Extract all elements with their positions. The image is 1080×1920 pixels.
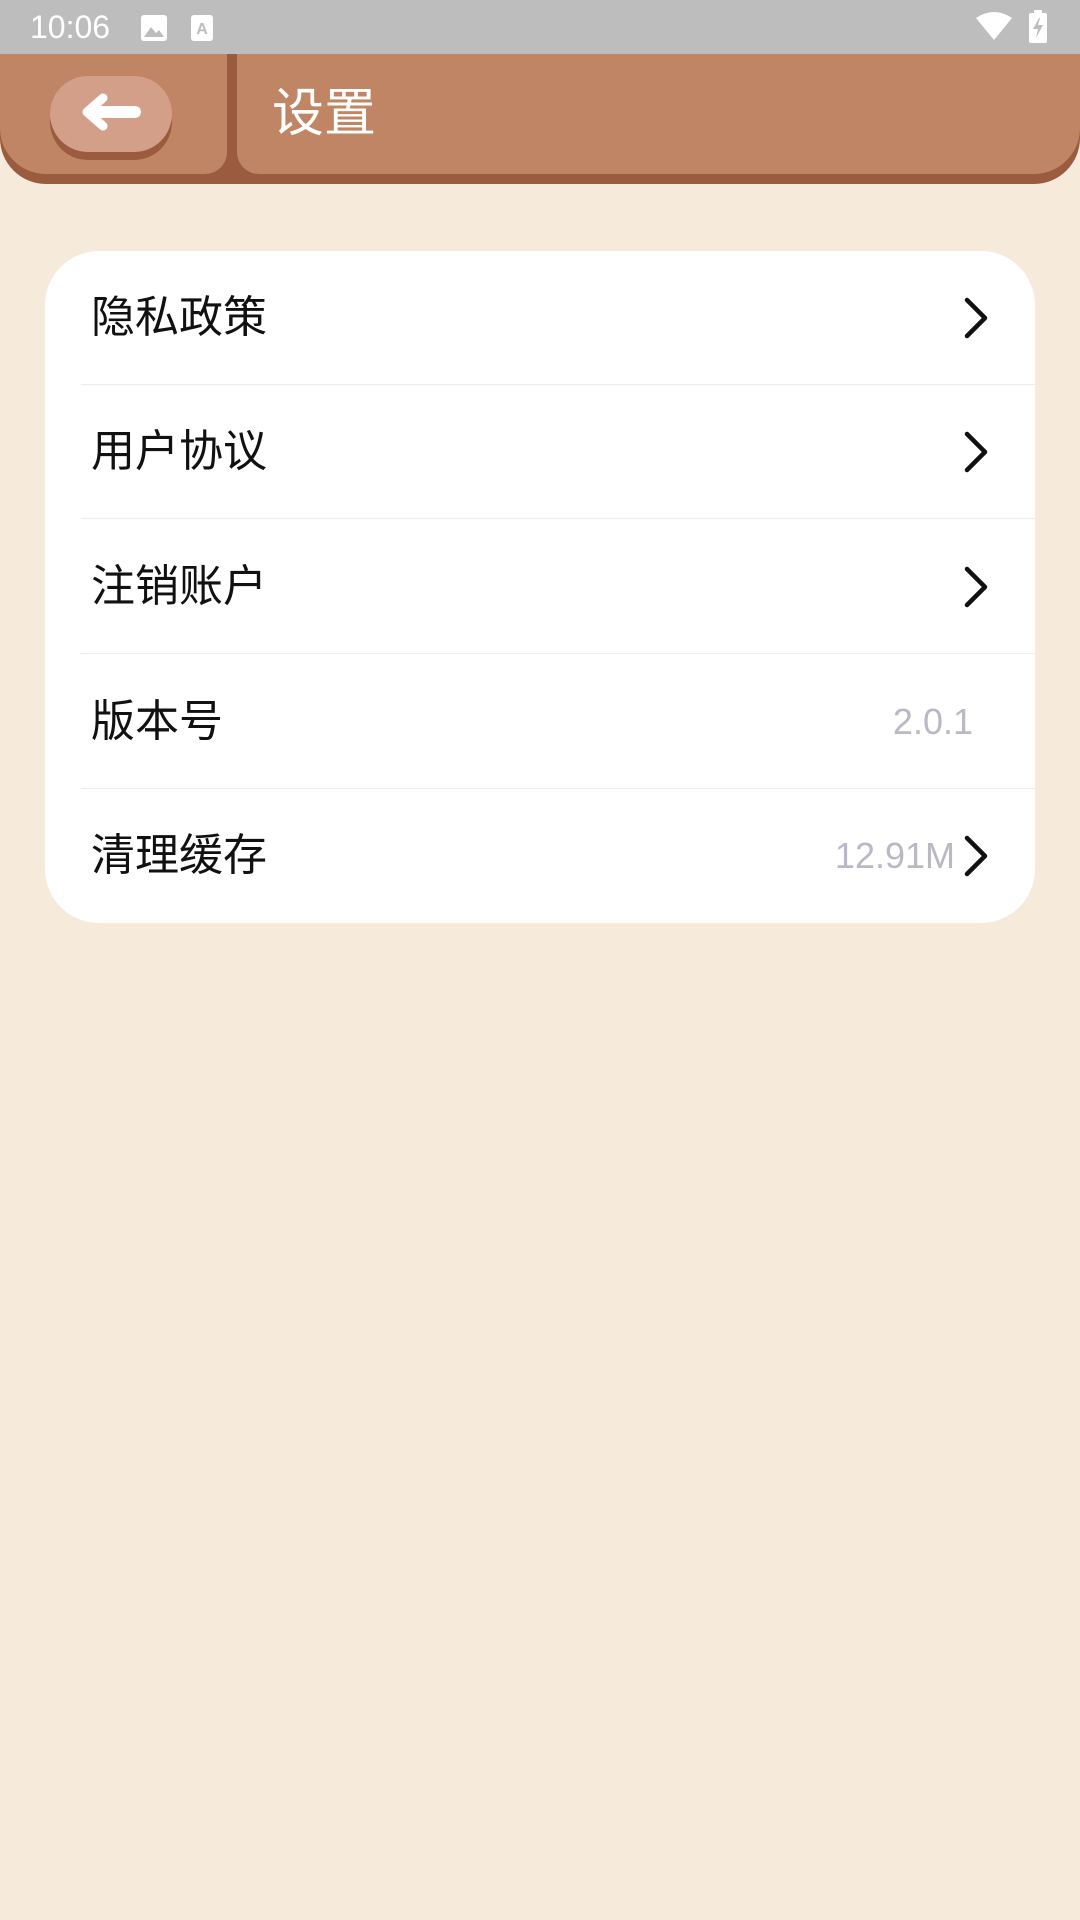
row-divider — [81, 653, 1035, 654]
settings-card: 隐私政策 用户协议 注销账户 版本号 2.0.1 清理缓存 12.91M — [45, 251, 1035, 923]
wifi-icon — [976, 12, 1012, 46]
settings-row-label: 用户协议 — [91, 426, 267, 477]
header-left-panel — [0, 54, 227, 174]
app-header: 设置 — [0, 54, 1080, 184]
image-icon — [140, 14, 168, 46]
row-divider — [81, 518, 1035, 519]
settings-row-version: 版本号 2.0.1 — [45, 655, 1035, 789]
settings-row-delete-account[interactable]: 注销账户 — [45, 520, 1035, 654]
settings-row-clear-cache[interactable]: 清理缓存 12.91M — [45, 789, 1035, 923]
settings-row-label: 版本号 — [91, 696, 223, 747]
chevron-right-icon — [961, 834, 991, 878]
settings-row-privacy-policy[interactable]: 隐私政策 — [45, 251, 1035, 385]
chevron-right-icon — [961, 565, 991, 609]
status-bar: 10:06 A — [0, 0, 1080, 54]
back-button[interactable] — [50, 76, 172, 152]
page-title: 设置 — [272, 84, 377, 144]
version-value: 2.0.1 — [892, 701, 973, 742]
settings-row-label: 注销账户 — [91, 561, 267, 612]
settings-row-label: 清理缓存 — [91, 830, 267, 881]
arrow-left-icon — [81, 92, 141, 136]
battery-charging-icon — [1028, 10, 1048, 48]
status-time: 10:06 — [30, 9, 111, 45]
text-a-icon: A — [190, 14, 214, 46]
chevron-right-icon — [961, 430, 991, 474]
settings-row-user-agreement[interactable]: 用户协议 — [45, 385, 1035, 519]
svg-text:A: A — [196, 21, 208, 38]
settings-row-label: 隐私政策 — [91, 292, 267, 343]
cache-size-value: 12.91M — [834, 835, 955, 876]
chevron-right-icon — [961, 296, 991, 340]
